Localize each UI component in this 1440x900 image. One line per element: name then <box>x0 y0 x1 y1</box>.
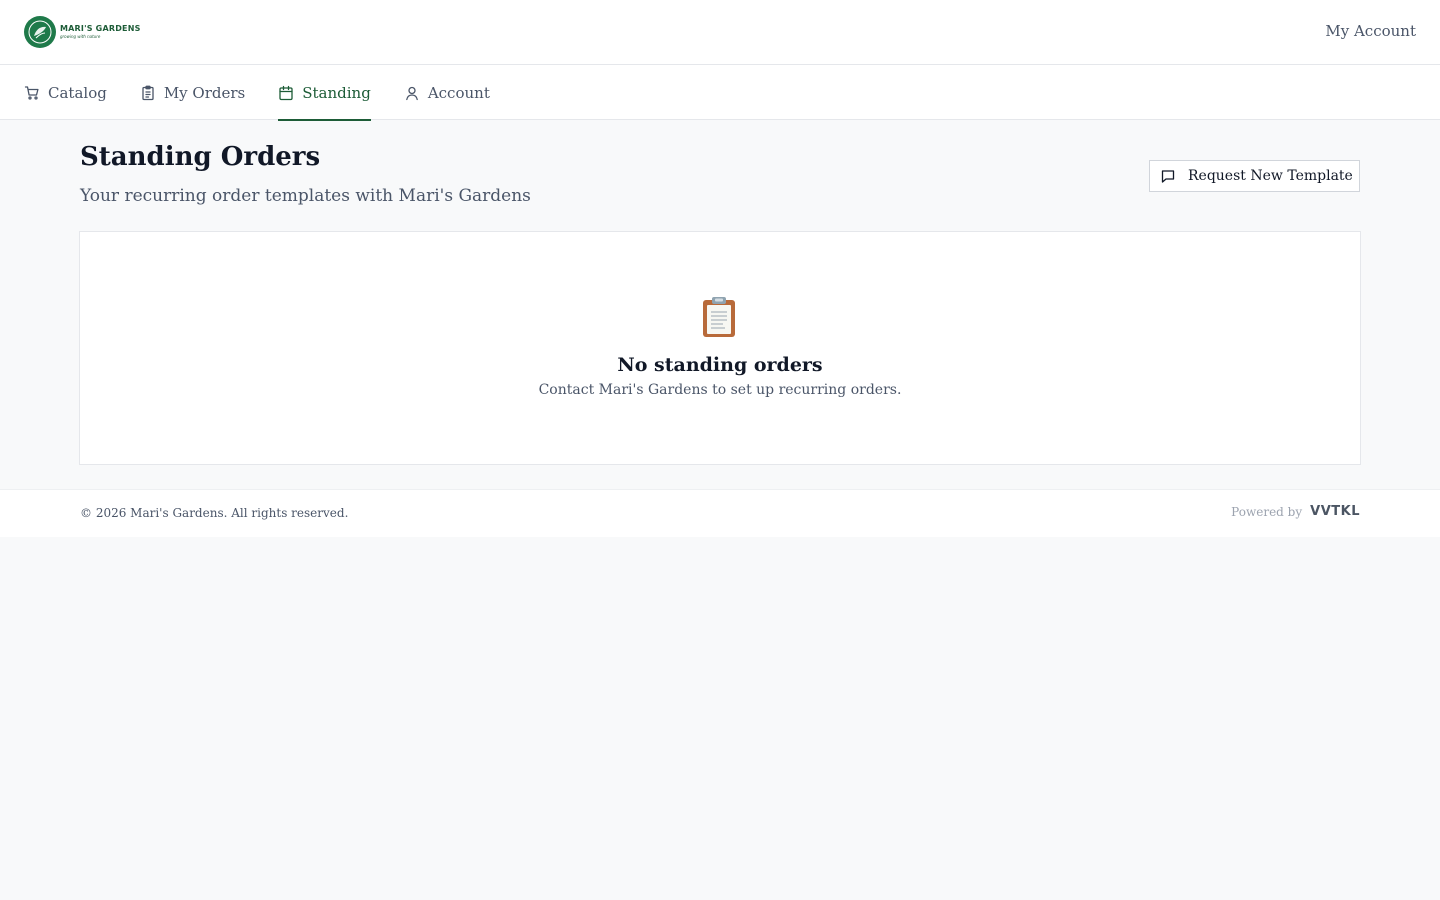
tab-standing-label: Standing <box>302 83 371 102</box>
tab-account-label: Account <box>427 83 490 102</box>
nav-bar: Catalog My Orders Standing Account <box>0 65 1440 121</box>
tab-my-orders[interactable]: My Orders <box>140 65 245 120</box>
cart-icon <box>24 85 40 101</box>
tab-catalog-label: Catalog <box>48 83 107 102</box>
empty-state-title: No standing orders <box>617 354 823 376</box>
logo-emblem-icon <box>24 16 56 48</box>
empty-state-description: Contact Mari's Gardens to set up recurri… <box>538 382 902 398</box>
page-title: Standing Orders <box>80 142 321 172</box>
message-square-icon <box>1160 168 1176 184</box>
my-account-link[interactable]: My Account <box>1325 22 1416 40</box>
top-header: MARI'S GARDENS growing with nature My Ac… <box>0 0 1440 65</box>
brand-tagline: growing with nature <box>60 34 101 39</box>
tab-catalog[interactable]: Catalog <box>24 65 107 120</box>
powered-by-label: Powered by <box>1231 504 1303 519</box>
page-subtitle: Your recurring order templates with Mari… <box>80 186 531 206</box>
calendar-icon <box>278 85 294 101</box>
tab-account[interactable]: Account <box>404 65 490 120</box>
clipboard-icon <box>699 296 739 338</box>
brand-logo[interactable]: MARI'S GARDENS growing with nature <box>24 16 141 48</box>
clipboard-list-icon <box>140 85 156 101</box>
user-icon <box>404 85 420 101</box>
powered-by[interactable]: Powered by VVTKL <box>1231 504 1360 519</box>
request-new-template-button[interactable]: Request New Template <box>1149 160 1360 192</box>
copyright-text: © 2026 Mari's Gardens. All rights reserv… <box>80 506 349 520</box>
tab-my-orders-label: My Orders <box>163 83 246 102</box>
tab-standing[interactable]: Standing <box>278 65 371 121</box>
vvtkl-logo: VVTKL <box>1310 504 1360 519</box>
brand-name: MARI'S GARDENS <box>60 24 141 33</box>
empty-state-card: No standing orders Contact Mari's Garden… <box>79 231 1361 465</box>
request-new-template-label: Request New Template <box>1188 168 1353 184</box>
footer: © 2026 Mari's Gardens. All rights reserv… <box>0 489 1440 537</box>
